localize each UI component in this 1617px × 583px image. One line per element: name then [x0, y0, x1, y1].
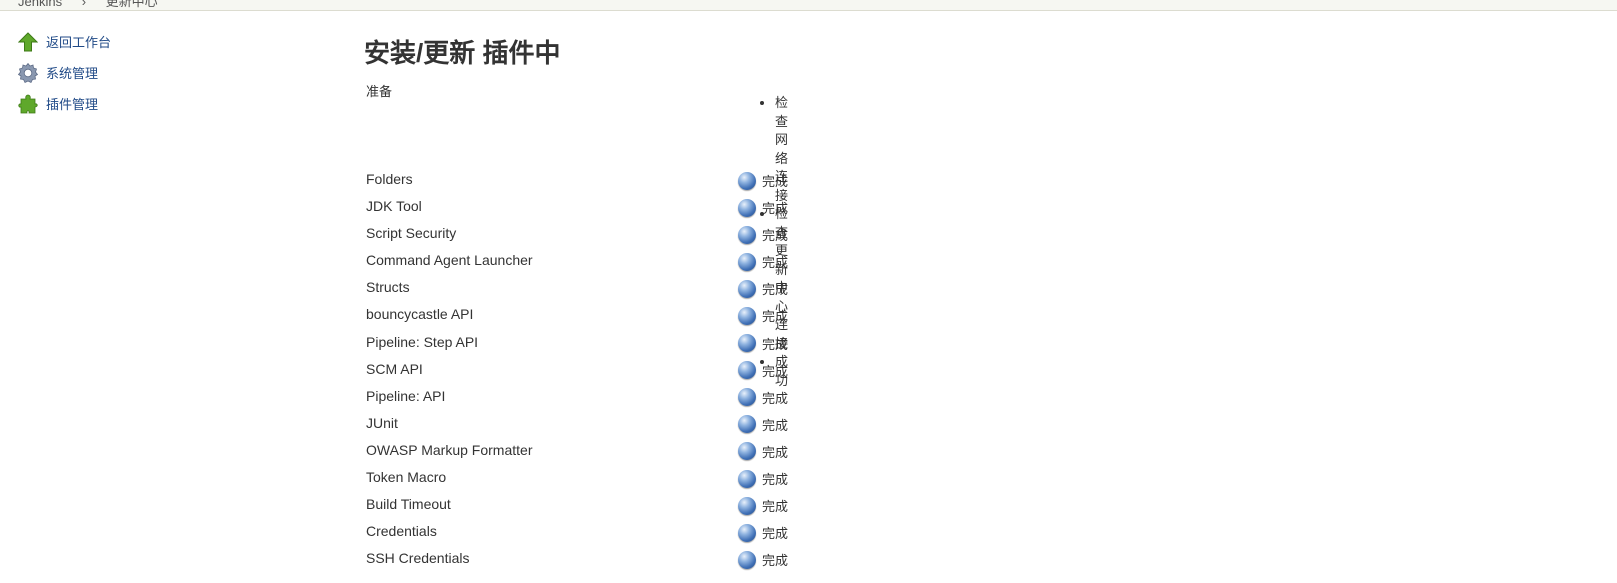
plugin-status: 完成	[738, 388, 788, 407]
page-title: 安装/更新 插件中	[364, 38, 561, 68]
main-panel: 安装/更新 插件中 准备 检查网络连接 检查更新中心连接 成功 Folders …	[364, 34, 788, 569]
table-row: JUnit 完成	[364, 413, 964, 440]
preparation-label: 准备	[366, 84, 393, 99]
table-row: SSH Credentials 完成	[364, 548, 964, 575]
status-text: 完成	[762, 553, 789, 569]
plugin-status: 完成	[738, 252, 788, 271]
table-row: SCM API 完成	[364, 359, 964, 386]
table-row: Token Macro 完成	[364, 467, 964, 494]
status-text: 完成	[762, 363, 789, 379]
side-panel: 返回工作台 系统管理 插件管理	[17, 26, 317, 119]
blue-ball-icon	[738, 469, 756, 488]
side-task-manage-plugins[interactable]: 插件管理	[17, 88, 317, 119]
plugin-status: 完成	[738, 442, 788, 461]
table-row: OWASP Markup Formatter 完成	[364, 440, 964, 467]
preparation-section: 准备 检查网络连接 检查更新中心连接 成功	[364, 81, 788, 388]
table-row: Folders 完成	[364, 169, 964, 196]
table-row: Script Security 完成	[364, 223, 964, 250]
status-text: 完成	[762, 390, 789, 406]
plugin-status: 完成	[738, 171, 788, 190]
blue-ball-icon	[738, 198, 756, 217]
blue-ball-icon	[738, 171, 756, 190]
plugin-install-table: Folders 完成 JDK Tool 完成 Script Security 完…	[364, 169, 964, 575]
side-task-manage-jenkins[interactable]: 系统管理	[17, 57, 317, 88]
status-text: 完成	[762, 228, 789, 244]
gear-icon	[17, 62, 39, 84]
table-row: Structs 完成	[364, 277, 964, 304]
table-row: bouncycastle API 完成	[364, 304, 964, 331]
blue-ball-icon	[738, 252, 756, 271]
plugin-status: 完成	[738, 198, 788, 217]
plugin-name: SSH Credentials	[366, 550, 470, 567]
blue-ball-icon	[738, 334, 756, 353]
status-text: 完成	[762, 472, 789, 488]
plugin-name: Token Macro	[366, 469, 447, 486]
plugin-status: 完成	[738, 279, 788, 298]
status-text: 完成	[762, 526, 789, 542]
side-task-label[interactable]: 返回工作台	[46, 32, 111, 51]
table-row: JDK Tool 完成	[364, 196, 964, 223]
blue-ball-icon	[738, 550, 756, 569]
plugin-name: JUnit	[366, 414, 398, 431]
table-row: Pipeline: Step API 完成	[364, 332, 964, 359]
plugin-status: 完成	[738, 334, 788, 353]
plugin-name: JDK Tool	[366, 198, 422, 215]
plugin-status: 完成	[738, 550, 788, 569]
side-task-label[interactable]: 系统管理	[46, 63, 98, 82]
side-task-back-to-dashboard[interactable]: 返回工作台	[17, 26, 317, 57]
status-text: 完成	[762, 309, 789, 325]
plugin-status: 完成	[738, 306, 788, 325]
plugin-status: 完成	[738, 361, 788, 380]
plugin-status: 完成	[738, 496, 788, 515]
status-text: 完成	[762, 336, 789, 352]
plugin-name: Pipeline: API	[366, 387, 446, 404]
plugin-name: Folders	[366, 171, 413, 187]
plugin-status: 完成	[738, 523, 788, 542]
blue-ball-icon	[738, 361, 756, 380]
blue-ball-icon	[738, 225, 756, 244]
blue-ball-icon	[738, 523, 756, 542]
breadcrumb-item-update-center[interactable]: 更新中心	[106, 0, 158, 9]
breadcrumb: Jenkins › 更新中心	[18, 0, 174, 10]
status-text: 完成	[762, 201, 789, 217]
blue-ball-icon	[738, 496, 756, 515]
plugin-name: Command Agent Launcher	[366, 252, 533, 269]
table-row: Command Agent Launcher 完成	[364, 250, 964, 277]
blue-ball-icon	[738, 306, 756, 325]
breadcrumb-bar: Jenkins › 更新中心	[0, 0, 1617, 11]
plugin-status: 完成	[738, 225, 788, 244]
puzzle-icon	[17, 93, 39, 115]
table-row: Credentials 完成	[364, 521, 964, 548]
plugin-name: Structs	[366, 279, 410, 296]
status-text: 完成	[762, 499, 789, 515]
breadcrumb-item-jenkins[interactable]: Jenkins	[18, 0, 62, 9]
blue-ball-icon	[738, 388, 756, 407]
side-task-label[interactable]: 插件管理	[46, 94, 98, 113]
blue-ball-icon	[738, 279, 756, 298]
blue-ball-icon	[738, 415, 756, 434]
status-text: 完成	[762, 444, 789, 460]
table-row: Pipeline: API 完成	[364, 386, 964, 413]
plugin-name: Build Timeout	[366, 496, 451, 513]
plugin-name: Credentials	[366, 523, 437, 540]
plugin-status: 完成	[738, 469, 788, 488]
plugin-name: SCM API	[366, 360, 423, 377]
status-text: 完成	[762, 417, 789, 433]
plugin-status: 完成	[738, 415, 788, 434]
blue-ball-icon	[738, 442, 756, 461]
status-text: 完成	[762, 174, 789, 189]
breadcrumb-separator: ›	[81, 0, 87, 9]
up-arrow-icon	[17, 31, 39, 53]
plugin-name: OWASP Markup Formatter	[366, 441, 533, 458]
status-text: 完成	[762, 255, 789, 271]
plugin-name: Pipeline: Step API	[366, 333, 479, 350]
status-text: 完成	[762, 282, 789, 298]
plugin-name: bouncycastle API	[366, 306, 474, 323]
plugin-name: Script Security	[366, 225, 457, 242]
table-row: Build Timeout 完成	[364, 494, 964, 521]
